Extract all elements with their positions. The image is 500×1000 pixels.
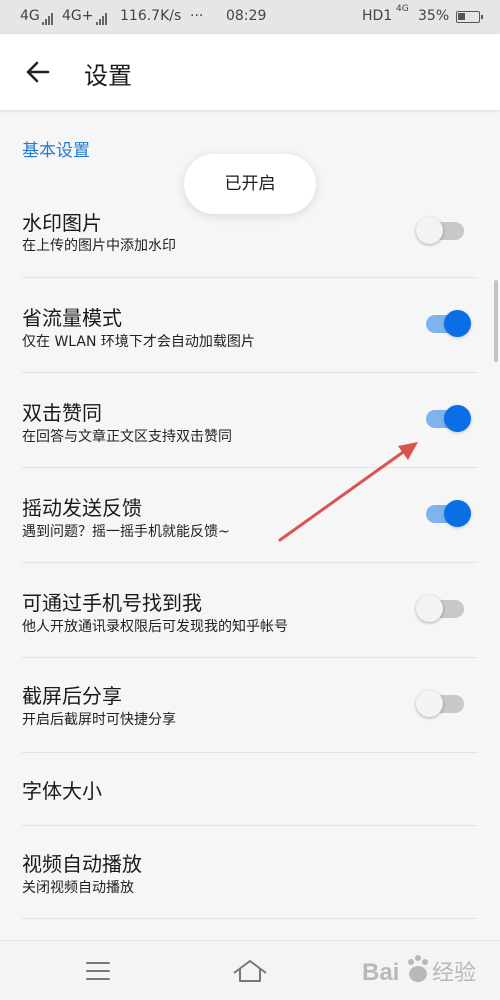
setting-title: 双击赞同	[22, 401, 102, 425]
setting-desc: 他人开放通讯录权限后可发现我的知乎帐号	[22, 619, 288, 635]
setting-desc: 在上传的图片中添加水印	[22, 238, 176, 254]
net-small-label: 4G	[396, 4, 409, 14]
setting-row-data-saver[interactable]: 省流量模式 仅在 WLAN 环境下才会自动加载图片	[0, 278, 500, 372]
home-icon	[233, 960, 267, 982]
setting-desc: 关闭视频自动播放	[22, 880, 134, 896]
signal-icon	[41, 9, 56, 25]
svg-text:经验: 经验	[432, 960, 476, 985]
toggle-switch[interactable]	[416, 403, 474, 433]
setting-row-video-autoplay[interactable]: 视频自动播放 关闭视频自动播放	[0, 826, 500, 918]
toggle-switch[interactable]	[416, 593, 474, 623]
setting-title: 水印图片	[22, 211, 102, 235]
setting-desc: 开启后截屏时可快捷分享	[22, 712, 176, 728]
battery-icon	[452, 10, 483, 26]
toggle-switch[interactable]	[416, 308, 474, 338]
setting-row-screenshot-share[interactable]: 截屏后分享 开启后截屏时可快捷分享	[0, 658, 500, 752]
page-title: 设置	[84, 62, 132, 90]
menu-button[interactable]	[78, 953, 118, 989]
setting-title: 省流量模式	[22, 306, 122, 330]
more-dots: ···	[190, 8, 204, 24]
arrow-left-icon	[26, 61, 50, 83]
setting-row-font-size[interactable]: 字体大小	[0, 753, 500, 825]
setting-desc: 遇到问题？摇一摇手机就能反馈~	[22, 524, 230, 540]
section-header-basic: 基本设置	[22, 141, 90, 161]
setting-title: 可通过手机号找到我	[22, 591, 202, 615]
home-button[interactable]	[230, 953, 270, 989]
menu-icon	[86, 962, 110, 980]
setting-title: 视频自动播放	[22, 852, 142, 876]
divider	[22, 918, 478, 919]
baidu-watermark: Bai 经验	[362, 955, 476, 986]
network-label: 4G+	[62, 8, 94, 24]
toast-message: 已开启	[184, 154, 316, 214]
setting-desc: 仅在 WLAN 环境下才会自动加载图片	[22, 334, 255, 350]
app-bar: 设置	[0, 34, 500, 110]
network-indicator-2: 4G+	[62, 8, 110, 25]
network-indicator-1: 4G	[20, 8, 56, 25]
setting-row-find-by-phone[interactable]: 可通过手机号找到我 他人开放通讯录权限后可发现我的知乎帐号	[0, 563, 500, 657]
hd-indicator: HD1	[362, 8, 393, 24]
annotation-arrow-icon	[278, 442, 418, 542]
signal-icon	[95, 9, 110, 25]
network-speed: 116.7K/s	[120, 8, 182, 24]
svg-text:Bai: Bai	[362, 959, 399, 986]
battery-percent: 35%	[418, 8, 450, 24]
network-label: 4G	[20, 8, 40, 24]
status-bar: 4G 4G+ 116.7K/s ··· 08:29 HD1 4G 35%	[0, 0, 500, 34]
setting-title: 截屏后分享	[22, 684, 122, 708]
back-button[interactable]	[18, 54, 58, 90]
setting-title: 字体大小	[22, 779, 102, 803]
scrollbar[interactable]	[494, 280, 498, 362]
toggle-switch[interactable]	[416, 688, 474, 718]
toggle-switch[interactable]	[416, 215, 474, 245]
clock: 08:29	[226, 8, 267, 24]
setting-desc: 在回答与文章正文区支持双击赞同	[22, 429, 232, 445]
setting-title: 摇动发送反馈	[22, 496, 142, 520]
